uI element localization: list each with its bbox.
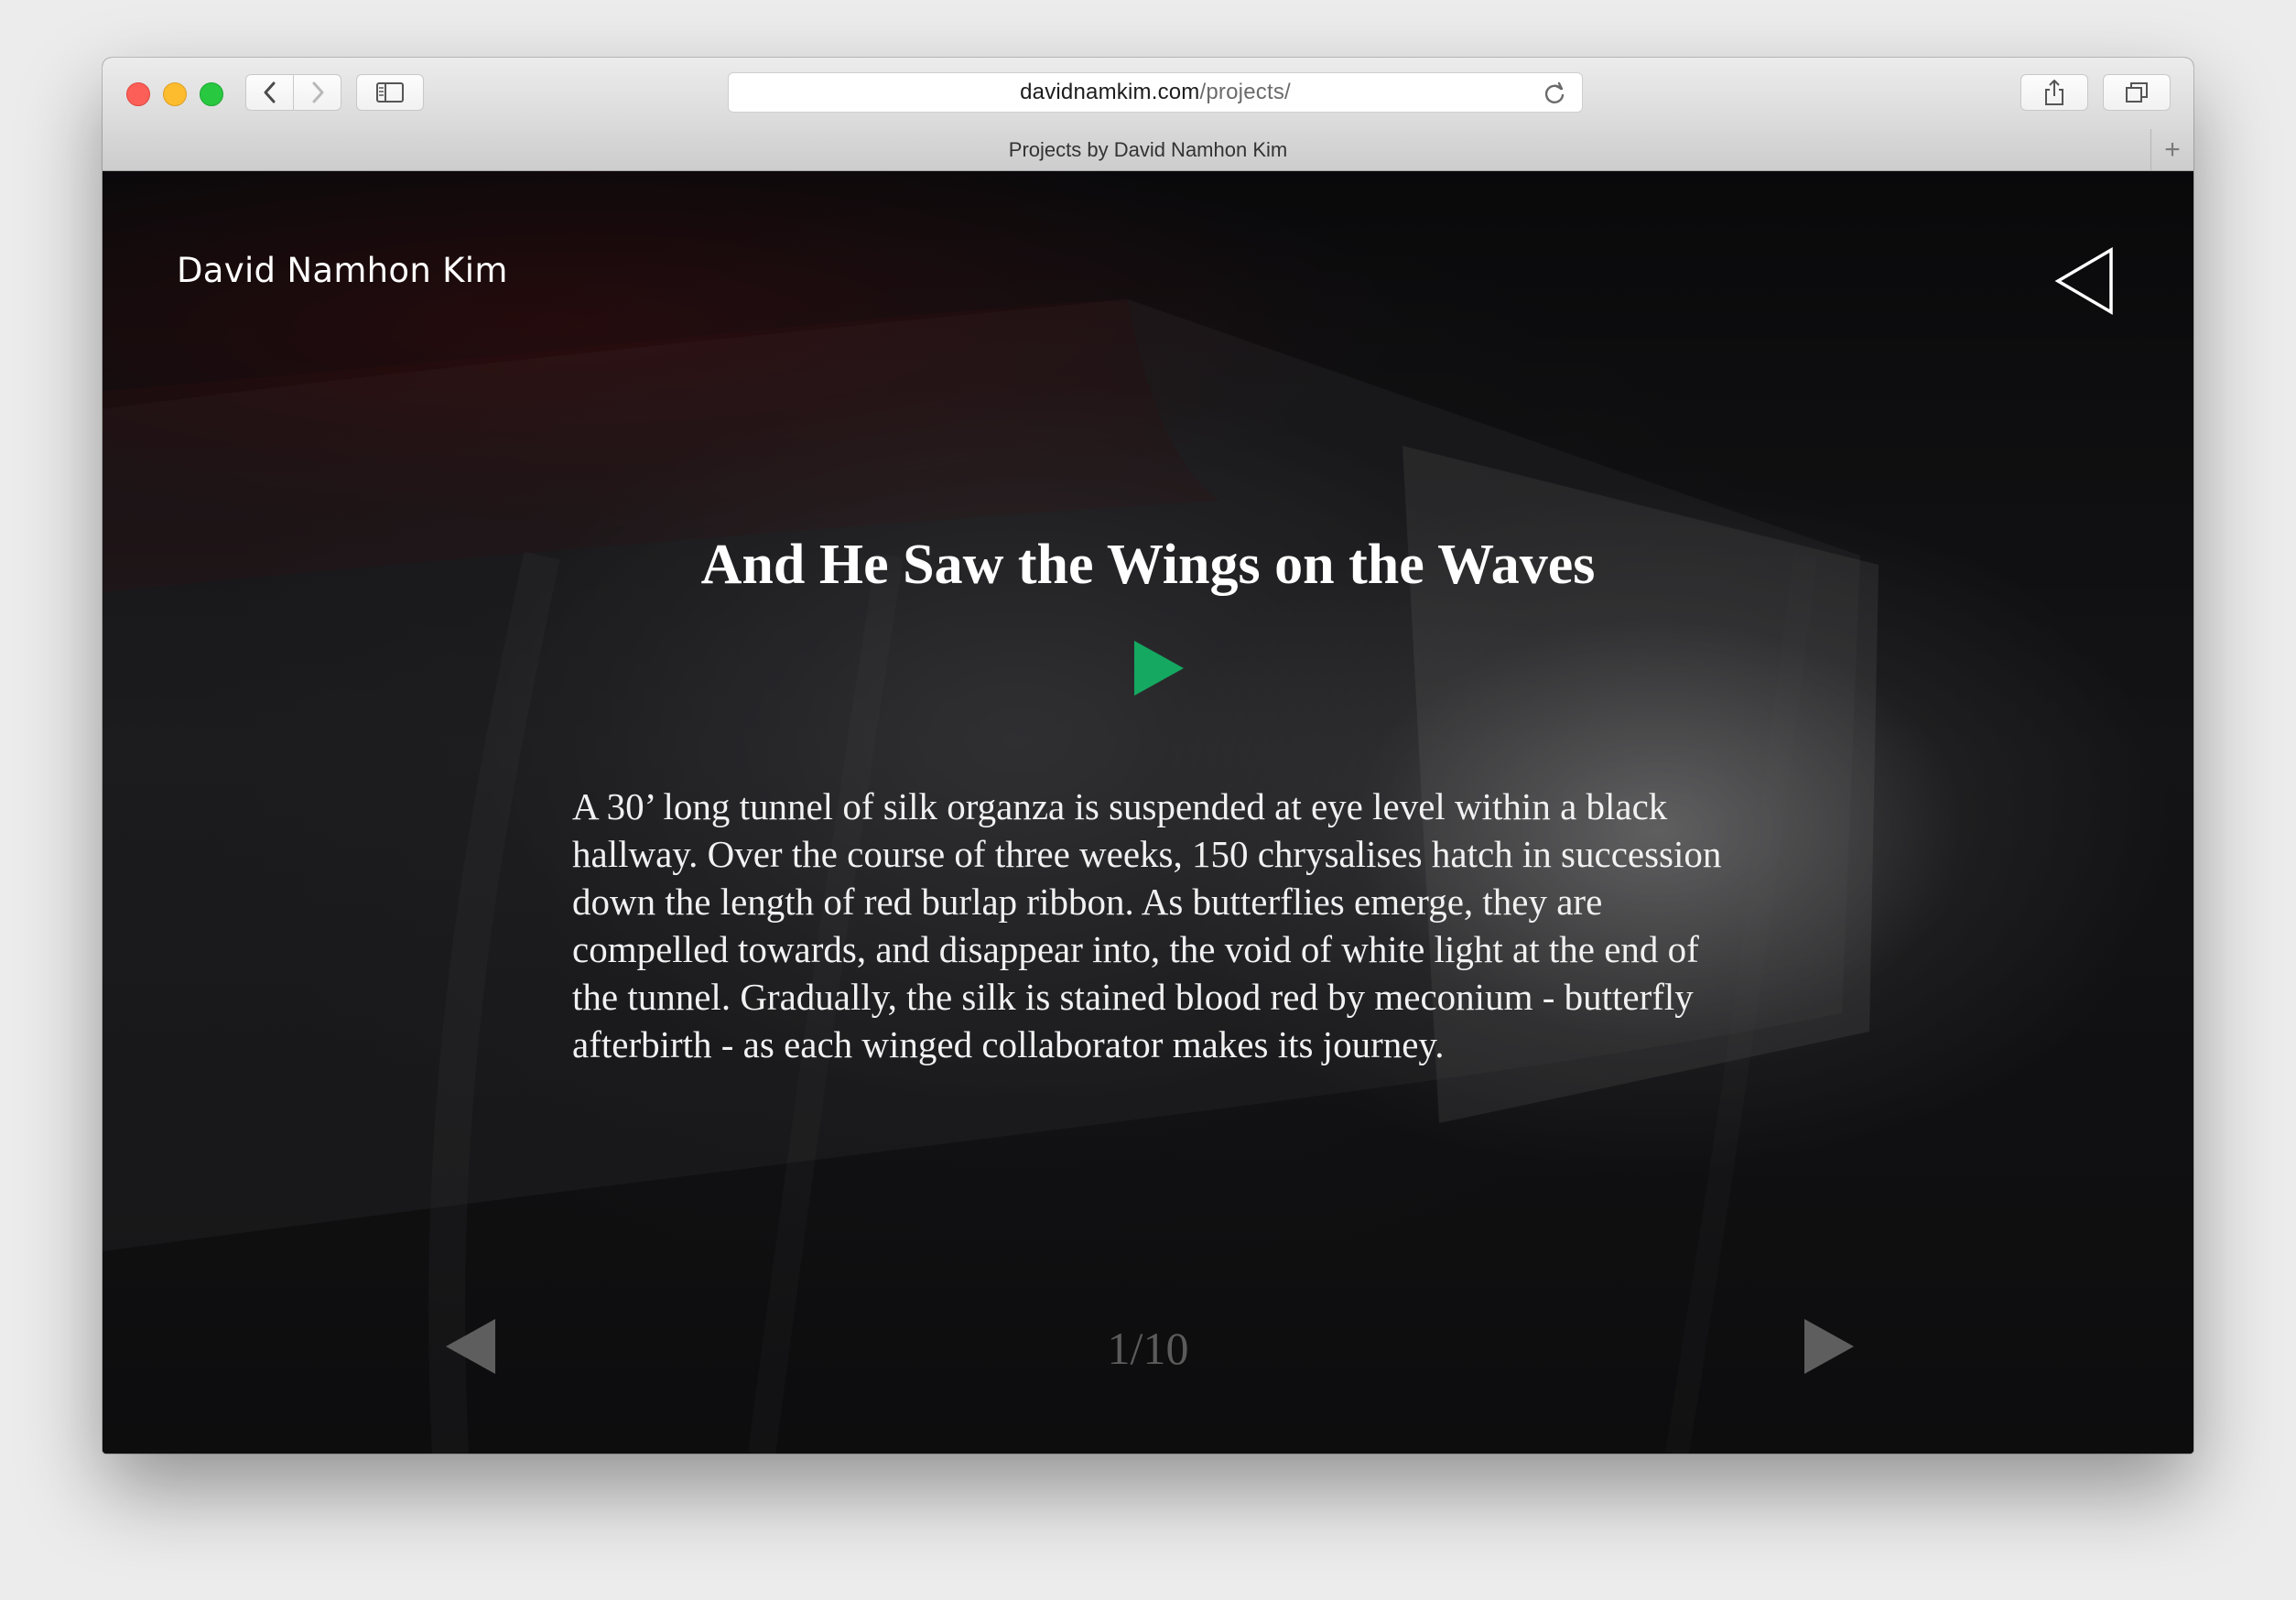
project-description: A 30’ long tunnel of silk organza is sus… [572,785,1722,1065]
slide-counter: 1/10 [1107,1323,1189,1374]
address-url: davidnamkim.com/projects/ [1020,80,1291,104]
tabs-overview-button[interactable] [2103,74,2171,111]
tab-bar: Projects by David Namhon Kim + [103,129,2193,171]
site-name-link[interactable]: David Namhon Kim [177,251,508,290]
chevron-right-icon [312,81,323,103]
reload-icon[interactable] [1542,81,1567,106]
play-icon[interactable] [1132,639,1186,697]
sidebar-icon [376,82,404,103]
project-title: And He Saw the Wings on the Waves [700,534,1596,596]
back-triangle-icon[interactable] [2052,244,2117,318]
sidebar-toggle-button[interactable] [356,74,424,111]
back-button[interactable] [245,74,294,111]
tab-title[interactable]: Projects by David Namhon Kim [1009,138,1287,162]
new-tab-button[interactable]: + [2150,129,2193,170]
tabs-overview-icon [2126,82,2148,103]
page-content: David Namhon Kim And He Saw the Wings on… [103,171,2193,1454]
forward-button[interactable] [293,74,341,111]
zoom-window-button[interactable] [200,82,223,106]
share-button[interactable] [2020,74,2088,111]
plus-icon: + [2164,134,2181,165]
minimize-window-button[interactable] [163,82,187,106]
share-icon [2045,80,2063,105]
close-window-button[interactable] [126,82,150,106]
address-bar[interactable]: davidnamkim.com/projects/ [728,72,1583,113]
browser-window: davidnamkim.com/projects/ Projects by Da… [103,58,2193,1454]
chevron-left-icon [264,81,275,103]
next-arrow-icon[interactable] [1803,1317,1856,1376]
browser-toolbar: davidnamkim.com/projects/ [103,58,2193,130]
